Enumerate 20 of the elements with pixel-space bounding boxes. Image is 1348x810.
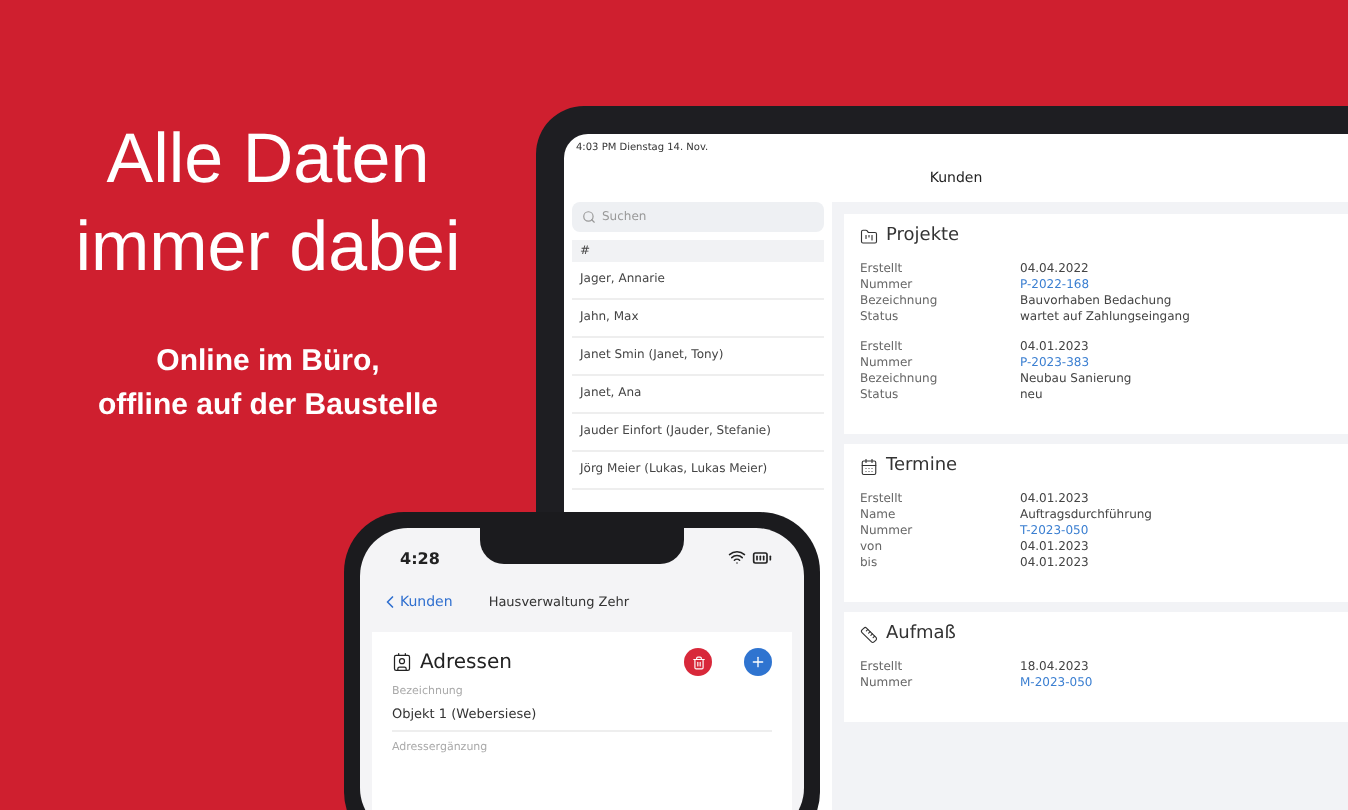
trash-icon: [691, 655, 705, 669]
battery-icon: [752, 548, 772, 568]
subline: offline auf der Baustelle: [97, 386, 439, 426]
wifi-icon: [728, 548, 746, 566]
delete-button[interactable]: [684, 648, 712, 676]
subline: Online im Büro,: [156, 342, 380, 382]
section-icon: [860, 625, 878, 643]
plus-icon: [750, 654, 766, 670]
card-title: Adressen: [420, 651, 512, 673]
section-icon: [860, 227, 878, 245]
contact-icon: [392, 652, 412, 672]
add-button[interactable]: [744, 648, 772, 676]
section-title: Termine: [886, 456, 958, 476]
section-title: Aufmaß: [886, 624, 956, 644]
headline: Alle Daten: [106, 118, 430, 202]
section-icon: [860, 457, 878, 475]
clock-text: 4:28: [400, 549, 440, 567]
search-icon: [582, 210, 596, 224]
section-title: Projekte: [886, 226, 960, 246]
headline: immer dabei: [75, 206, 461, 290]
